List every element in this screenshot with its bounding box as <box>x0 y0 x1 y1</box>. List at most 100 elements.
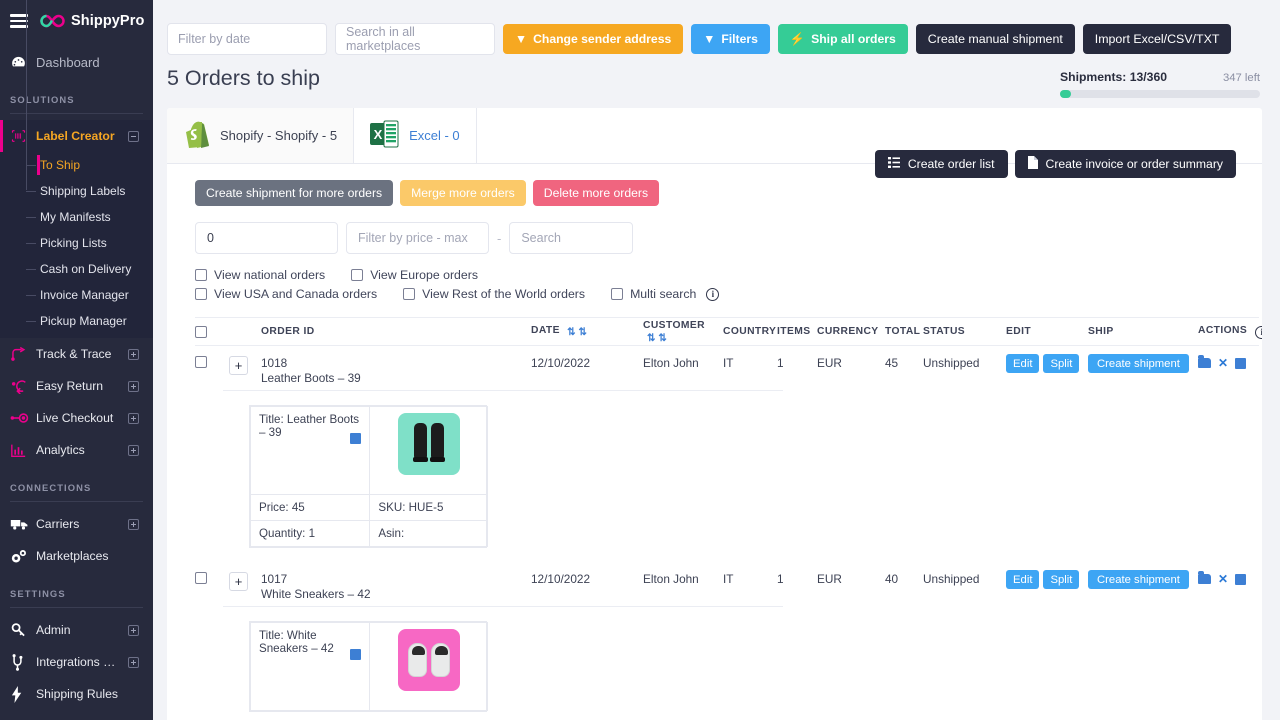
expand-icon[interactable] <box>128 657 139 668</box>
order-total: 45 <box>885 356 923 370</box>
sort-asc-icon[interactable]: ⇅ <box>567 327 574 338</box>
expand-icon[interactable] <box>128 381 139 392</box>
sidebar-item-label-creator[interactable]: Label Creator <box>0 120 153 152</box>
create-invoice-summary-button[interactable]: Create invoice or order summary <box>1015 150 1236 178</box>
search-input[interactable]: Search <box>509 222 633 254</box>
merge-more-orders-button[interactable]: Merge more orders <box>400 180 526 206</box>
edit-button[interactable]: Edit <box>1006 570 1039 589</box>
import-file-button[interactable]: Import Excel/CSV/TXT <box>1083 24 1232 54</box>
sidebar-item-dashboard[interactable]: Dashboard <box>0 46 153 78</box>
sort-desc-icon[interactable]: ⇅ <box>579 327 586 338</box>
create-shipment-button[interactable]: Create shipment <box>1088 570 1189 589</box>
sidebar-subitem-label: Pickup Manager <box>40 314 127 328</box>
tab-shopify[interactable]: Shopify - Shopify - 5 <box>167 108 354 163</box>
sidebar-item-pickup-manager[interactable]: Pickup Manager <box>0 308 153 334</box>
th-customer[interactable]: CUSTOMER ⇅⇅ <box>643 320 723 344</box>
sidebar-subitem-label: Cash on Delivery <box>40 262 131 276</box>
note-icon[interactable] <box>350 433 361 444</box>
sidebar-item-admin[interactable]: Admin <box>0 614 153 646</box>
sidebar-item-integrations[interactable]: Integrations … <box>0 646 153 678</box>
gears-icon <box>10 548 36 565</box>
sidebar-item-track-trace[interactable]: Track & Trace <box>0 338 153 370</box>
th-date[interactable]: DATE ⇅⇅ <box>531 325 643 338</box>
product-price: Price: 45 <box>251 495 370 521</box>
sidebar-item-invoice-manager[interactable]: Invoice Manager <box>0 282 153 308</box>
sidebar-item-picking-lists[interactable]: Picking Lists <box>0 230 153 256</box>
expand-row-button[interactable]: + <box>229 572 248 591</box>
note-icon[interactable] <box>1235 358 1246 369</box>
orders-table: ORDER ID DATE ⇅⇅ CUSTOMER ⇅⇅ COUNTRY ITE… <box>195 317 1259 712</box>
order-product: White Sneakers – 42 <box>261 587 531 602</box>
expand-icon[interactable] <box>128 349 139 360</box>
row-checkbox[interactable] <box>195 572 207 584</box>
row-divider <box>223 606 783 607</box>
checkbox-multi-search[interactable] <box>611 288 623 300</box>
expand-icon[interactable] <box>128 445 139 456</box>
create-invoice-label: Create invoice or order summary <box>1046 157 1223 171</box>
sidebar-item-label: Easy Return <box>36 379 128 393</box>
info-icon[interactable]: i <box>706 288 719 301</box>
checkbox-label: Multi search <box>630 287 696 301</box>
expand-row-button[interactable]: + <box>229 356 248 375</box>
order-customer: Elton John <box>643 356 723 370</box>
orders-panel: Shopify - Shopify - 5 X Excel - 0 <box>167 108 1262 720</box>
change-sender-address-button[interactable]: ▼ Change sender address <box>503 24 683 54</box>
sort-asc-icon[interactable]: ⇅ <box>647 333 654 344</box>
select-all-checkbox[interactable] <box>195 326 207 338</box>
date-filter-input[interactable]: Filter by date <box>167 23 327 55</box>
sidebar-item-easy-return[interactable]: Easy Return <box>0 370 153 402</box>
create-shipment-for-more-orders-button[interactable]: Create shipment for more orders <box>195 180 393 206</box>
collapse-icon[interactable] <box>128 131 139 142</box>
price-min-input[interactable]: 0 <box>195 222 338 254</box>
edit-button[interactable]: Edit <box>1006 354 1039 373</box>
order-currency: EUR <box>817 572 885 586</box>
barcode-icon <box>10 128 36 144</box>
sidebar-item-marketplaces[interactable]: Marketplaces <box>0 540 153 572</box>
excel-icon: X <box>370 119 400 152</box>
folder-icon[interactable] <box>1198 358 1211 368</box>
sidebar-item-shipping-rules[interactable]: Shipping Rules <box>0 678 153 710</box>
tab-excel[interactable]: X Excel - 0 <box>354 108 477 163</box>
sidebar-subitem-label: To Ship <box>40 158 80 172</box>
filters-button[interactable]: ▼ Filters <box>691 24 770 54</box>
sidebar-item-carriers[interactable]: Carriers <box>0 508 153 540</box>
split-button[interactable]: Split <box>1043 570 1079 589</box>
note-icon[interactable] <box>350 649 361 660</box>
folder-icon[interactable] <box>1198 574 1211 584</box>
brand-logo[interactable]: ShippyPro <box>40 13 144 29</box>
note-icon[interactable] <box>1235 574 1246 585</box>
product-title-cell: Title: Leather Boots – 39 <box>251 407 370 495</box>
checkbox-view-usa-canada[interactable] <box>195 288 207 300</box>
row-checkbox[interactable] <box>195 356 207 368</box>
sidebar-item-live-checkout[interactable]: Live Checkout <box>0 402 153 434</box>
checkbox-view-europe[interactable] <box>351 269 363 281</box>
sort-desc-icon[interactable]: ⇅ <box>658 333 665 344</box>
ship-all-orders-button[interactable]: ⚡ Ship all orders <box>778 24 908 54</box>
sidebar-item-shipping-labels[interactable]: Shipping Labels <box>0 178 153 204</box>
create-shipment-button[interactable]: Create shipment <box>1088 354 1189 373</box>
sidebar-item-label: Live Checkout <box>36 411 128 425</box>
checkbox-view-national[interactable] <box>195 269 207 281</box>
sidebar-item-cash-on-delivery[interactable]: Cash on Delivery <box>0 256 153 282</box>
close-icon[interactable]: ✕ <box>1218 572 1228 586</box>
product-thumbnail <box>398 413 460 475</box>
sidebar-item-to-ship[interactable]: To Ship <box>0 152 153 178</box>
marketplace-search-input[interactable]: Search in all marketplaces <box>335 23 495 55</box>
create-order-list-button[interactable]: Create order list <box>875 150 1008 178</box>
price-max-input[interactable]: Filter by price - max <box>346 222 489 254</box>
create-manual-shipment-button[interactable]: Create manual shipment <box>916 24 1075 54</box>
close-icon[interactable]: ✕ <box>1218 356 1228 370</box>
split-button[interactable]: Split <box>1043 354 1079 373</box>
order-items: 1 <box>777 356 817 370</box>
sidebar-item-label: Carriers <box>36 517 128 531</box>
live-checkout-icon <box>10 411 36 425</box>
checkbox-view-rest-of-world[interactable] <box>403 288 415 300</box>
expand-icon[interactable] <box>128 413 139 424</box>
sidebar-item-my-manifests[interactable]: My Manifests <box>0 204 153 230</box>
expand-icon[interactable] <box>128 519 139 530</box>
sidebar-divider <box>10 113 143 114</box>
sidebar-item-analytics[interactable]: Analytics <box>0 434 153 466</box>
expand-icon[interactable] <box>128 625 139 636</box>
delete-more-orders-button[interactable]: Delete more orders <box>533 180 659 206</box>
info-icon[interactable]: i <box>1255 326 1262 339</box>
